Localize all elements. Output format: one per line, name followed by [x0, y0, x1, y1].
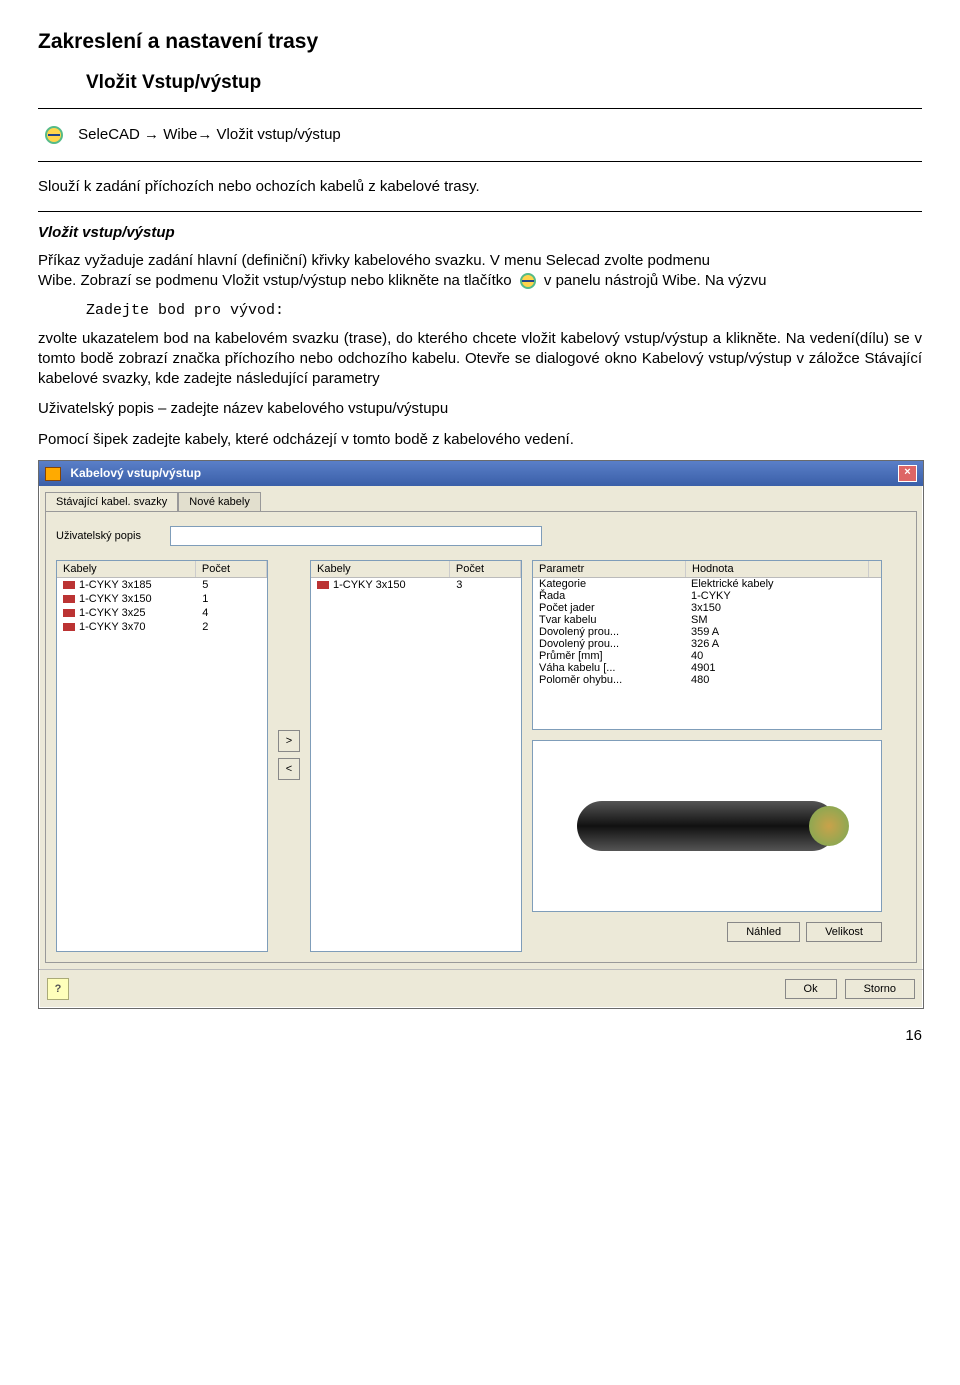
- cable-icon: [317, 581, 329, 589]
- table-row: Počet jader3x150: [533, 602, 881, 614]
- column-header: Kabely: [57, 561, 196, 577]
- column-header: Počet: [450, 561, 521, 577]
- tab-nove-kabely[interactable]: Nové kabely: [178, 492, 261, 511]
- tab-bar: Stávající kabel. svazky Nové kabely: [39, 486, 923, 511]
- paragraph-text: v panelu nástrojů Wibe. Na výzvu: [544, 272, 767, 289]
- divider: [38, 161, 922, 162]
- move-left-button[interactable]: <: [278, 758, 300, 780]
- column-header: Počet: [196, 561, 267, 577]
- paragraph-text: Příkaz vyžaduje zadání hlavní (definiční…: [38, 252, 710, 269]
- list-item[interactable]: 1-CYKY 3x1503: [311, 578, 521, 592]
- subsection-title: Vložit vstup/výstup: [38, 224, 922, 241]
- cable-icon: [63, 595, 75, 603]
- source-cable-list[interactable]: Kabely Počet 1-CYKY 3x1855 1-CYKY 3x1501…: [56, 560, 268, 952]
- close-icon[interactable]: ×: [898, 465, 917, 482]
- move-right-button[interactable]: >: [278, 730, 300, 752]
- size-button[interactable]: Velikost: [806, 922, 882, 942]
- table-row: Dovolený prou...326 A: [533, 638, 881, 650]
- table-row: Váha kabelu [...4901: [533, 662, 881, 674]
- user-desc-label: Uživatelský popis: [56, 530, 156, 542]
- table-row: KategorieElektrické kabely: [533, 578, 881, 590]
- tab-panel: Uživatelský popis Kabely Počet 1-CYKY 3x…: [45, 511, 917, 963]
- table-row: Tvar kabeluSM: [533, 614, 881, 626]
- wibe-icon: [44, 125, 64, 145]
- table-row: Průměr [mm]40: [533, 650, 881, 662]
- cable-illustration: [577, 801, 837, 851]
- paragraph: Pomocí šipek zadejte kabely, které odchá…: [38, 430, 922, 450]
- paragraph: Uživatelský popis – zadejte název kabelo…: [38, 399, 922, 419]
- prompt-text: Zadejte bod pro vývod:: [86, 302, 922, 319]
- divider: [38, 211, 922, 212]
- column-header: Parametr: [533, 561, 686, 577]
- cancel-button[interactable]: Storno: [845, 979, 915, 999]
- target-cable-list[interactable]: Kabely Počet 1-CYKY 3x1503: [310, 560, 522, 952]
- divider: [38, 108, 922, 109]
- page-number: 16: [38, 1027, 922, 1044]
- cable-icon: [63, 609, 75, 617]
- dialog-titlebar: Kabelový vstup/výstup ×: [39, 461, 923, 486]
- dialog-title-text: Kabelový vstup/výstup: [70, 466, 201, 480]
- breadcrumb: SeleCAD → Wibe→ Vložit vstup/výstup: [38, 113, 922, 157]
- cable-icon: [63, 581, 75, 589]
- dialog-footer: ? Ok Storno: [39, 969, 923, 1008]
- list-item[interactable]: 1-CYKY 3x1855: [57, 578, 267, 592]
- paragraph: zvolte ukazatelem bod na kabelovém svazk…: [38, 329, 922, 390]
- ok-button[interactable]: Ok: [785, 979, 837, 999]
- help-icon[interactable]: ?: [47, 978, 69, 1000]
- list-item[interactable]: 1-CYKY 3x702: [57, 620, 267, 634]
- table-row: Řada1-CYKY: [533, 590, 881, 602]
- wibe-icon: [519, 272, 537, 290]
- column-header: Hodnota: [686, 561, 869, 577]
- preview-image: [532, 740, 882, 912]
- table-row: Poloměr ohybu...480: [533, 674, 881, 686]
- paragraph: Příkaz vyžaduje zadání hlavní (definiční…: [38, 251, 922, 292]
- right-panel: Parametr Hodnota KategorieElektrické kab…: [532, 560, 882, 942]
- transfer-arrows: > <: [278, 730, 300, 780]
- table-row: Dovolený prou...359 A: [533, 626, 881, 638]
- dialog-kabelovy-vstup: Kabelový vstup/výstup × Stávající kabel.…: [38, 460, 924, 1009]
- user-desc-input[interactable]: [170, 526, 542, 546]
- section-heading: Vložit Vstup/výstup: [86, 72, 922, 94]
- breadcrumb-text: SeleCAD → Wibe→ Vložit vstup/výstup: [78, 126, 341, 143]
- list-item[interactable]: 1-CYKY 3x254: [57, 606, 267, 620]
- cable-icon: [63, 623, 75, 631]
- description-text: Slouží k zadání příchozích nebo ochozích…: [38, 166, 922, 207]
- user-desc-row: Uživatelský popis: [56, 526, 906, 546]
- tab-stavajici[interactable]: Stávající kabel. svazky: [45, 492, 178, 511]
- paragraph-text: Wibe. Zobrazí se podmenu Vložit vstup/vý…: [38, 272, 516, 289]
- column-header: Kabely: [311, 561, 450, 577]
- list-item[interactable]: 1-CYKY 3x1501: [57, 592, 267, 606]
- property-list: Parametr Hodnota KategorieElektrické kab…: [532, 560, 882, 730]
- page-title: Zakreslení a nastavení trasy: [38, 30, 922, 54]
- preview-button[interactable]: Náhled: [727, 922, 800, 942]
- dialog-icon: [45, 467, 61, 481]
